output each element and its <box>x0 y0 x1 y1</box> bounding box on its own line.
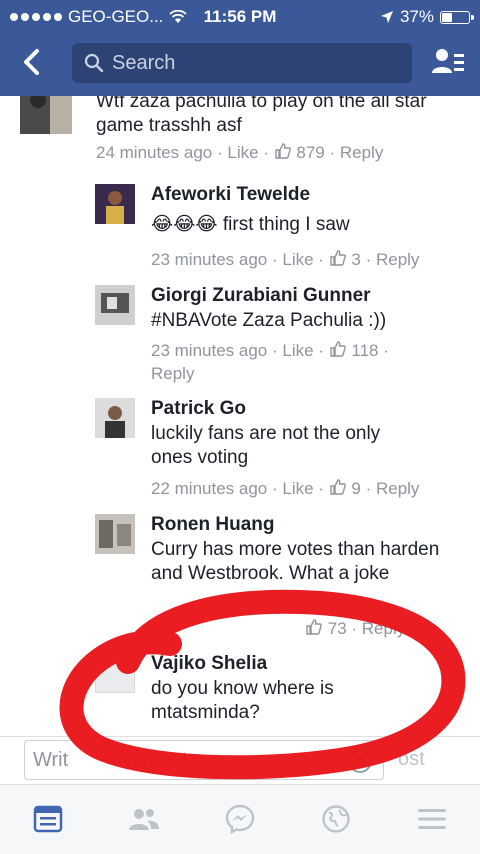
comment-input[interactable]: Writ mment... <box>24 740 384 780</box>
commenter-name[interactable]: Ronen Huang <box>151 514 275 536</box>
comment-text: Curry has more votes than harden and Wes… <box>151 539 440 584</box>
comment-meta: 24 minutes ago · Like · 879 · Reply <box>96 143 384 162</box>
like-count: 118 <box>351 341 379 360</box>
like-link[interactable]: Like <box>227 143 258 162</box>
comment-text: luckily fans are not the only ones votin… <box>151 423 381 468</box>
comment-time: 22 minutes ago <box>151 479 268 498</box>
navigation-bar: Search <box>0 34 480 94</box>
comment-meta: 23 minutes ago · Like · 118 · Reply <box>151 341 389 383</box>
reply-link[interactable]: Reply <box>376 479 419 498</box>
like-link[interactable]: Like <box>282 479 313 498</box>
like-count: 3 <box>351 250 361 269</box>
comment-meta: 22 minutes ago · Like · 9 · Reply <box>151 479 420 498</box>
status-bar: GEO-GEO... 11:56 PM 37% <box>0 0 480 34</box>
search-input[interactable]: Search <box>72 43 412 83</box>
search-placeholder: Search <box>112 51 176 74</box>
like-count: 73 <box>327 619 347 638</box>
tab-friends[interactable] <box>124 799 164 839</box>
comment-text: Wtf zaza pachulia to play on the all sta… <box>96 96 427 136</box>
reply-link[interactable]: Reply <box>362 619 405 638</box>
comment-thread[interactable]: Wtf zaza pachulia to play on the all sta… <box>0 96 480 736</box>
comment-time: 24 minutes ago <box>96 143 213 162</box>
comment-text: do you know where is mtatsminda? <box>151 678 334 723</box>
comment-time: 23 minutes ago <box>151 341 268 360</box>
comment-placeholder-start: Writ <box>33 748 69 771</box>
news-feed-icon <box>33 805 63 833</box>
emoji: 😂😂😂 <box>151 214 218 235</box>
top-bar: GEO-GEO... 11:56 PM 37% Search <box>0 0 480 96</box>
tab-messenger[interactable] <box>220 799 260 839</box>
thumbs-up-icon <box>306 619 322 635</box>
friends-icon <box>129 809 159 830</box>
friend-list-button[interactable] <box>430 45 466 81</box>
thumbs-up-icon <box>329 250 346 266</box>
tab-menu[interactable] <box>412 799 452 839</box>
comment-meta: 23 minutes ago · Like · 3 · Reply <box>151 250 420 269</box>
reply-link[interactable]: Reply <box>151 364 194 383</box>
avatar[interactable] <box>20 96 72 134</box>
like-link[interactable]: Like <box>282 341 313 360</box>
reply-link[interactable]: Reply <box>376 250 419 269</box>
commenter-name[interactable]: Patrick Go <box>151 398 246 420</box>
like-count: 879 <box>296 143 325 162</box>
tab-news-feed[interactable] <box>28 799 68 839</box>
back-button[interactable] <box>12 42 52 82</box>
reply-link[interactable]: Reply <box>340 143 383 162</box>
battery-level <box>442 12 453 22</box>
avatar[interactable] <box>95 514 135 554</box>
avatar[interactable] <box>95 285 135 325</box>
thumbs-up-icon <box>329 479 346 495</box>
smiley-icon[interactable] <box>347 748 373 774</box>
commenter-name[interactable]: Giorgi Zurabiani Gunner <box>151 285 371 307</box>
avatar[interactable] <box>95 398 135 438</box>
menu-icon <box>418 809 446 829</box>
commenter-name[interactable]: Afeworki Tewelde <box>151 184 310 206</box>
comment-text: 😂😂😂 first thing I saw <box>151 214 350 235</box>
thumbs-up-icon <box>329 341 346 357</box>
comment-text: #NBAVote Zaza Pachulia :)) <box>151 310 387 331</box>
comment-meta: 73 · Reply <box>305 617 465 640</box>
tab-notifications[interactable] <box>316 799 356 839</box>
thumbs-up-icon <box>274 143 291 159</box>
location-arrow-icon <box>380 11 393 23</box>
globe-notifications-icon <box>322 805 350 833</box>
like-link[interactable]: Like <box>282 250 313 269</box>
avatar[interactable] <box>95 653 135 693</box>
commenter-name[interactable]: Vajiko Shelia <box>151 653 267 675</box>
like-count: 9 <box>351 479 361 498</box>
comment-time: 23 minutes ago <box>151 250 268 269</box>
comment-placeholder-end: mment... <box>126 748 204 771</box>
friend-list-icon <box>432 49 464 73</box>
messenger-icon <box>225 804 255 834</box>
post-button[interactable]: ost <box>398 748 425 771</box>
tab-bar <box>0 784 480 854</box>
search-icon <box>84 53 104 73</box>
chevron-left-icon <box>24 49 39 75</box>
avatar[interactable] <box>95 184 135 224</box>
battery-icon <box>440 10 474 24</box>
battery-percent: 37% <box>399 7 434 26</box>
comment-composer: Writ mment... ost <box>0 736 480 785</box>
